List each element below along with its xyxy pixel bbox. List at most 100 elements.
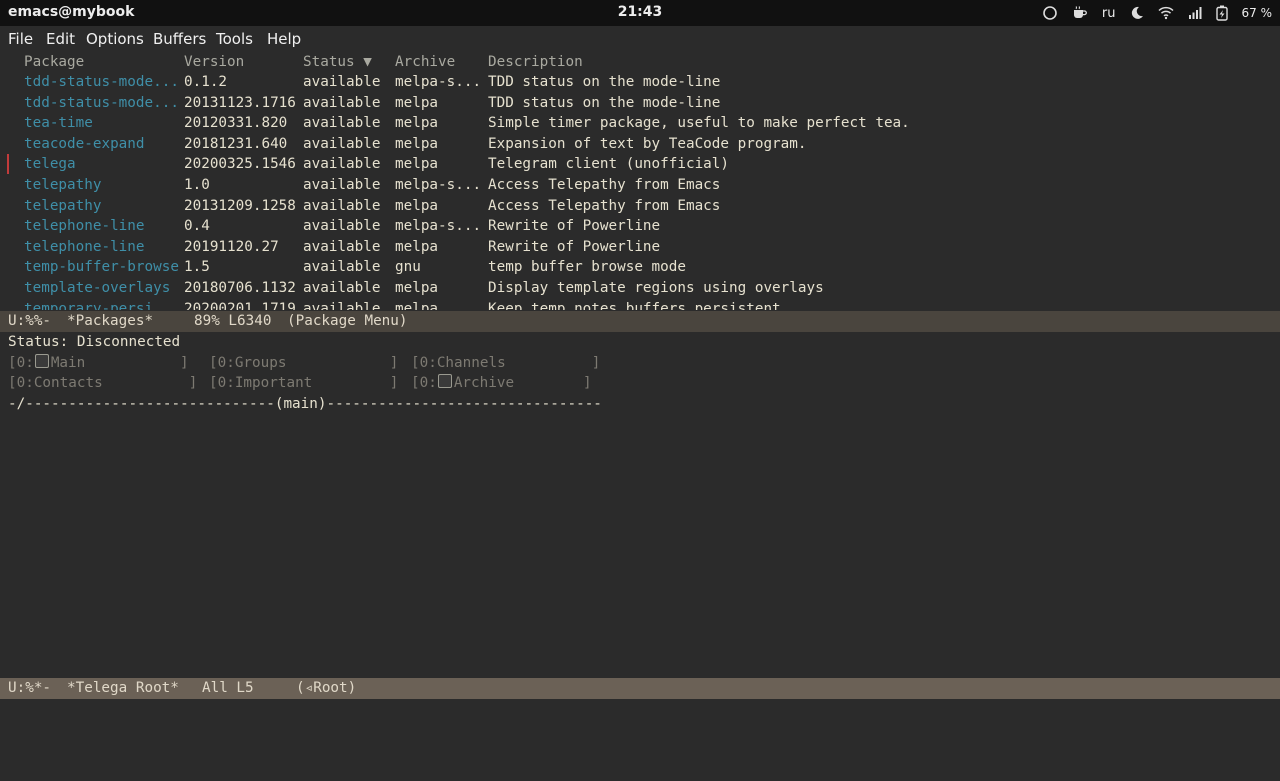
archive-icon xyxy=(437,374,452,389)
modeline-major-mode[interactable]: (◃Root) xyxy=(296,678,356,699)
package-row[interactable]: temporary-persi... 20200201.1719 available… xyxy=(0,299,1280,310)
menu-tools[interactable]: Tools xyxy=(216,30,253,48)
keyboard-layout-indicator[interactable]: ru xyxy=(1102,6,1116,21)
package-status: available xyxy=(303,238,381,255)
package-name[interactable]: telega xyxy=(24,154,76,175)
modeline-buffer-name[interactable]: *Telega Root* xyxy=(67,678,179,699)
package-status: available xyxy=(303,259,381,276)
battery-charging-icon[interactable] xyxy=(1215,5,1228,21)
modeline-buffer-name[interactable]: *Packages* xyxy=(67,311,153,332)
package-archive: melpa xyxy=(395,197,439,214)
moon-icon[interactable] xyxy=(1130,6,1144,20)
package-row[interactable]: tdd-status-mode... 20131123.1716 available… xyxy=(0,93,1280,114)
package-status: available xyxy=(303,156,381,173)
package-name[interactable]: telephone-line xyxy=(24,216,145,237)
menu-edit[interactable]: Edit xyxy=(46,30,75,48)
packages-mode-line: U:%%- *Packages* 89% L6340 (Package Menu… xyxy=(0,311,1280,332)
package-description: temp buffer browse mode xyxy=(488,259,686,276)
package-version: 20191120.27 xyxy=(184,238,279,255)
package-row[interactable]: temp-buffer-browse 1.5 available gnu temp bu… xyxy=(0,257,1280,278)
telega-root-buffer: Status: Disconnected [0: Main ] [0:Groups… xyxy=(0,332,1280,579)
package-status: available xyxy=(303,177,381,193)
telega-mode-line: U:%*- *Telega Root* All L5 (◃Root) xyxy=(0,678,1280,699)
package-version: 1.5 xyxy=(184,259,210,276)
telega-folder-important[interactable]: [0:Important ] xyxy=(209,373,398,394)
signal-bars-icon[interactable] xyxy=(1188,6,1202,20)
menu-buffers[interactable]: Buffers xyxy=(153,30,206,48)
package-archive: melpa xyxy=(395,115,439,132)
package-row[interactable]: tdd-status-mode... 0.1.2 available melpa-s.… xyxy=(0,72,1280,93)
package-description: Telegram client (unofficial) xyxy=(488,156,730,173)
modeline-position: All L5 xyxy=(202,680,254,696)
package-name[interactable]: teacode-expand xyxy=(24,134,145,155)
package-status: available xyxy=(303,218,381,235)
system-tray: ru 67 % xyxy=(1042,3,1272,23)
package-name[interactable]: telephone-line xyxy=(24,237,145,258)
coffee-cup-icon[interactable] xyxy=(1072,5,1088,21)
package-version: 0.1.2 xyxy=(184,74,228,90)
package-row[interactable]: teacode-expand 20181231.640 available melpa… xyxy=(0,134,1280,155)
circle-status-icon[interactable] xyxy=(1042,5,1058,21)
package-status: available xyxy=(303,197,381,214)
package-list: tdd-status-mode... 0.1.2 available melpa-s.… xyxy=(0,72,1280,310)
package-archive: melpa xyxy=(395,135,439,152)
package-row[interactable]: template-overlays 20180706.1132 available m… xyxy=(0,278,1280,299)
package-name[interactable]: template-overlays xyxy=(24,278,170,299)
package-name[interactable]: telepathy xyxy=(24,175,101,196)
modeline-major-mode[interactable]: (Package Menu) xyxy=(287,311,408,332)
menu-options[interactable]: Options xyxy=(86,30,144,48)
package-row[interactable]: telephone-line 20191120.27 available melpa R… xyxy=(0,237,1280,258)
package-version: 20200201.1719 xyxy=(184,300,296,310)
column-header-archive[interactable]: Archive xyxy=(395,52,455,73)
telega-folder-groups[interactable]: [0:Groups ] xyxy=(209,353,398,374)
package-name[interactable]: temp-buffer-browse xyxy=(24,257,179,278)
system-top-bar: emacs@mybook 21:43 ru 67 % xyxy=(0,0,1280,26)
telega-separator-line: -/-----------------------------(main)---… xyxy=(8,395,602,412)
package-status: available xyxy=(303,94,381,111)
chat-folder-icon xyxy=(34,353,49,368)
package-version: 20131209.1258 xyxy=(184,197,296,214)
package-name[interactable]: tdd-status-mode... xyxy=(24,72,179,93)
package-description: Expansion of text by TeaCode program. xyxy=(488,135,807,152)
package-archive: melpa-s... xyxy=(395,218,482,235)
modeline-position: 89% L6340 xyxy=(194,313,272,329)
telega-folder-channels[interactable]: [0:Channels ] xyxy=(411,353,600,374)
window-title: emacs@mybook xyxy=(8,4,135,20)
package-archive: melpa xyxy=(395,280,439,296)
package-description: Rewrite of Powerline xyxy=(488,238,661,255)
package-status: available xyxy=(303,135,381,152)
package-name[interactable]: tea-time xyxy=(24,113,93,134)
package-status: available xyxy=(303,115,381,132)
column-header-package[interactable]: Package xyxy=(24,52,84,73)
telega-folder-archive[interactable]: [0: Archive ] xyxy=(411,373,592,394)
telega-folder-contacts[interactable]: [0:Contacts ] xyxy=(8,373,197,394)
column-header-version[interactable]: Version xyxy=(184,52,244,73)
package-name[interactable]: temporary-persi... xyxy=(24,299,179,310)
package-version: 0.4 xyxy=(184,218,210,235)
wifi-icon[interactable] xyxy=(1157,6,1174,20)
package-description: Simple timer package, useful to make per… xyxy=(488,115,910,132)
package-version: 20131123.1716 xyxy=(184,94,296,111)
package-archive: melpa-s... xyxy=(395,177,482,193)
package-name[interactable]: telepathy xyxy=(24,196,101,217)
package-status: available xyxy=(303,300,381,310)
package-archive: melpa xyxy=(395,94,439,111)
package-archive: gnu xyxy=(395,259,421,276)
package-row[interactable]: telega 20200325.1546 available melpa Telegra… xyxy=(0,154,1280,175)
package-archive: melpa xyxy=(395,238,439,255)
telega-status: Status: Disconnected xyxy=(8,334,181,350)
column-header-status[interactable]: Status ▼ xyxy=(303,52,372,73)
package-row[interactable]: telepathy 1.0 available melpa-s... Access Te… xyxy=(0,175,1280,196)
package-row[interactable]: telepathy 20131209.1258 available melpa Acce… xyxy=(0,196,1280,217)
package-description: Access Telepathy from Emacs xyxy=(488,177,721,193)
package-archive: melpa-s... xyxy=(395,74,482,90)
package-name[interactable]: tdd-status-mode... xyxy=(24,93,179,114)
modeline-state: U:%*- xyxy=(8,680,52,696)
telega-folder-main[interactable]: [0: Main ] xyxy=(8,353,189,374)
package-version: 20181231.640 xyxy=(184,135,288,152)
package-row[interactable]: tea-time 20120331.820 available melpa Simple… xyxy=(0,113,1280,134)
menu-help[interactable]: Help xyxy=(267,30,301,48)
column-header-description[interactable]: Description xyxy=(488,52,583,73)
menu-file[interactable]: File xyxy=(8,30,33,48)
package-row[interactable]: telephone-line 0.4 available melpa-s... Rewr… xyxy=(0,216,1280,237)
